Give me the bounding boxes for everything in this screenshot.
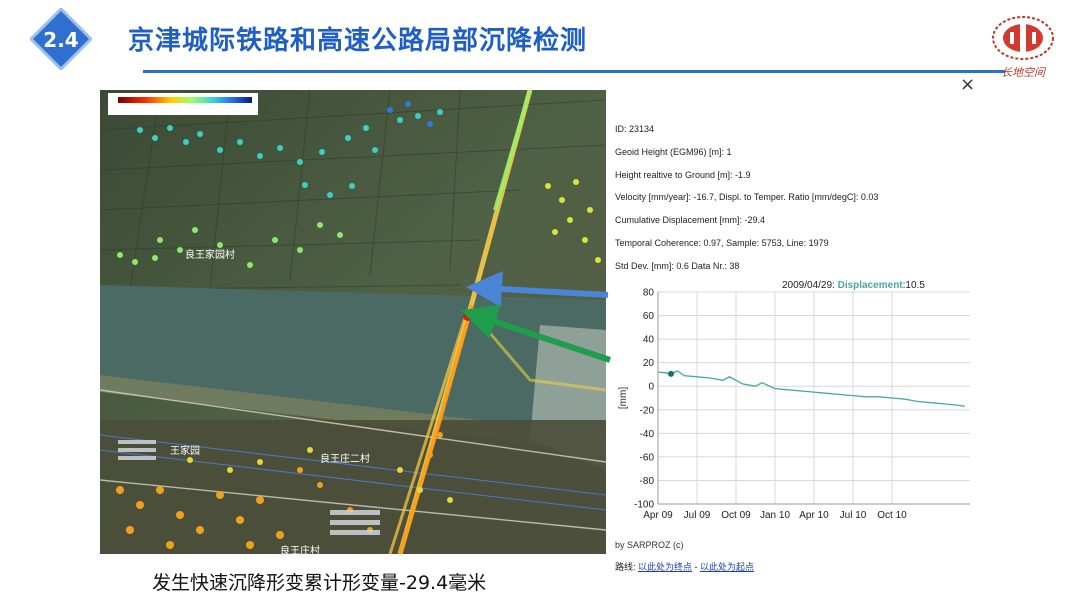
slide-title: 京津城际铁路和高速公路局部沉降检测 (128, 26, 588, 56)
source-credit: by SARPROZ (c) (615, 540, 684, 550)
x-tick-label: Oct 10 (877, 510, 907, 521)
x-tick-label: Jul 10 (840, 510, 867, 521)
x-tick-label: Oct 09 (721, 510, 751, 521)
route-separator: - (692, 562, 701, 572)
title-divider (143, 70, 1005, 73)
route-prefix: 路线: (615, 562, 636, 572)
x-tick-label: Apr 09 (643, 510, 673, 521)
legend-box (108, 93, 258, 115)
x-tick-label: Jan 10 (760, 510, 790, 521)
selected-data-point (668, 370, 674, 377)
info-velocity: Velocity [mm/year]: -16.7, Displ. to Tem… (615, 192, 879, 203)
chart-header-value: :10.5 (903, 280, 926, 291)
info-geoid-height: Geoid Height (EGM96) [m]: 1 (615, 146, 732, 157)
map-label-3: 良王庄二村 (320, 452, 370, 465)
displacement-chart[interactable]: 2009/04/29: Displacement:10.5 80 60 40 20 0 -2… (612, 276, 982, 526)
map-canvas: 良王家园村 王家园 良王庄二村 良王庄村 (100, 90, 606, 554)
displacement-series-line (657, 370, 965, 407)
map-label-2: 王家园 (170, 444, 200, 457)
measurement-point (463, 311, 473, 321)
chart-header: 2009/04/29: Displacement:10.5 (782, 280, 925, 291)
logo-text: 长地空间 (1001, 66, 1045, 79)
slide-caption: 发生快速沉降形变累计形变量-29.4毫米 (152, 572, 487, 594)
x-tick-label: Apr 10 (799, 510, 829, 521)
chart-header-date: 2009/04/29: (782, 280, 838, 291)
close-icon[interactable]: × (960, 74, 975, 95)
info-cumulative-displacement: Cumulative Displacement [mm]: -29.4 (615, 215, 766, 226)
info-height-ground: Height realtive to Ground [m]: -1.9 (615, 169, 751, 180)
y-tick-label: 80 (643, 288, 655, 299)
velocity-color-legend (118, 97, 252, 103)
info-std-dev: Std Dev. [mm]: 0.6 Data Nr.: 38 (615, 260, 740, 271)
x-tick-label: Jul 09 (684, 510, 711, 521)
map-label-4: 良王庄村 (280, 544, 320, 554)
chart-header-label: Displacement (838, 280, 904, 291)
info-temporal-coherence: Temporal Coherence: 0.97, Sample: 5753, … (615, 237, 829, 248)
info-id: ID: 23134 (615, 124, 655, 134)
satellite-map[interactable]: 良王家园村 王家园 良王庄二村 良王庄村 (100, 90, 606, 554)
route-end-link[interactable]: 以此处为终点 (638, 562, 692, 572)
y-tick-label: -60 (640, 452, 655, 463)
route-start-link[interactable]: 以此处为起点 (700, 562, 754, 572)
y-tick-label: -100 (634, 500, 654, 511)
map-label-1: 良王家园村 (185, 248, 235, 261)
point-info-panel: ID: 23134 Geoid Height (EGM96) [m]: 1 He… (615, 118, 995, 278)
section-number: 2.4 (43, 28, 78, 52)
y-tick-label: 60 (643, 311, 655, 322)
y-tick-label: 0 (648, 382, 654, 393)
y-tick-label: -80 (640, 476, 655, 487)
y-tick-label: -20 (640, 405, 655, 416)
section-badge: 2.4 (30, 8, 92, 70)
y-tick-label: 20 (643, 358, 655, 369)
y-axis-label: [mm] (618, 387, 629, 409)
y-tick-label: -40 (640, 429, 655, 440)
y-tick-label: 40 (643, 335, 655, 346)
route-links: 路线: 以此处为终点 - 以此处为起点 (615, 560, 754, 573)
